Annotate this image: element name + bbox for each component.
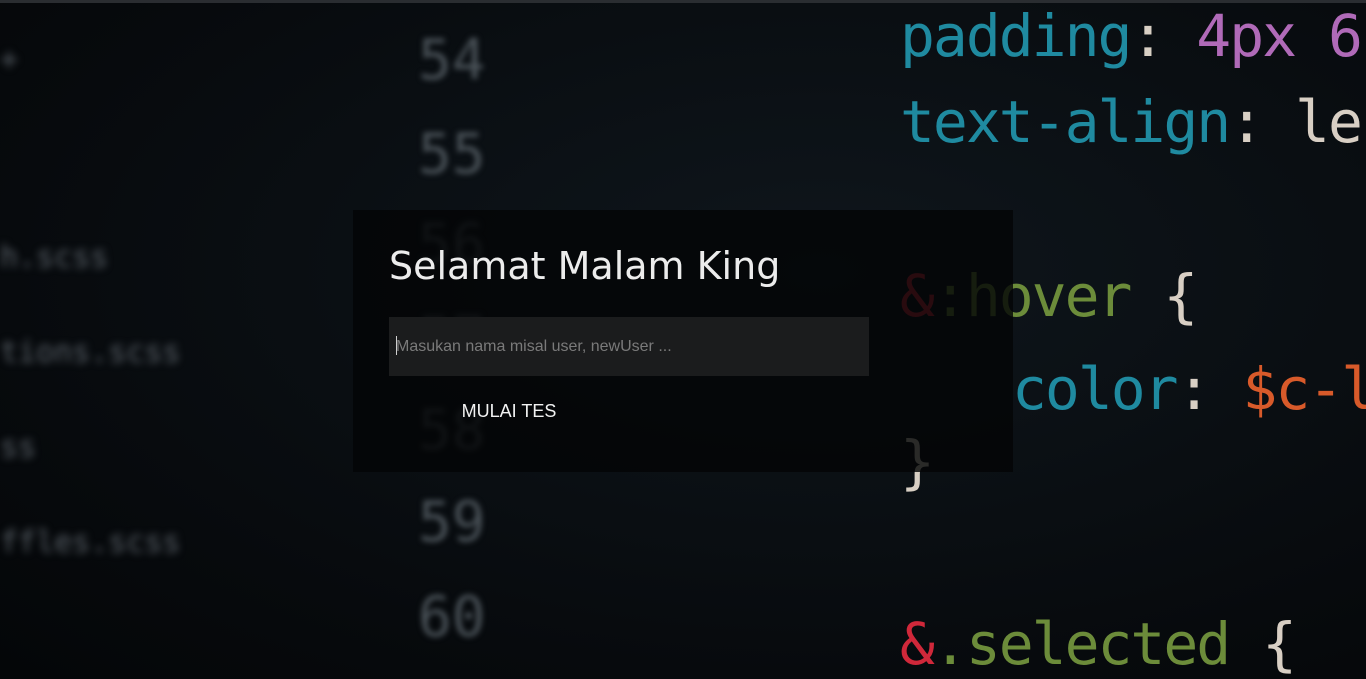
code-brace: { xyxy=(1229,610,1297,678)
side-file-label: h.scss xyxy=(0,240,109,275)
side-file-label: tions.scss xyxy=(0,335,181,370)
code-brace: { xyxy=(1130,262,1198,330)
code-line: color: $c-lin xyxy=(1012,355,1366,423)
line-number: 55 xyxy=(418,122,486,187)
welcome-panel: Selamat Malam King MULAI TES xyxy=(353,210,1013,472)
name-input[interactable] xyxy=(389,317,869,376)
code-property: color xyxy=(1012,355,1179,423)
code-property: padding xyxy=(900,2,1132,70)
page-title: Selamat Malam King xyxy=(389,244,781,288)
line-number: 54 xyxy=(418,28,486,93)
code-separator: : xyxy=(1130,2,1197,70)
code-line: text-align: left; xyxy=(900,88,1366,156)
code-separator: : xyxy=(1229,88,1296,156)
start-test-button[interactable]: MULAI TES xyxy=(389,391,629,431)
code-line: &.selected { xyxy=(900,610,1297,678)
code-property: text-align xyxy=(900,88,1231,156)
side-file-label: + xyxy=(0,42,19,77)
code-value: left xyxy=(1295,88,1366,156)
line-number: 60 xyxy=(418,585,486,650)
side-file-label: ffles.scss xyxy=(0,525,181,560)
code-separator: : xyxy=(1176,355,1243,423)
side-file-label: ss xyxy=(0,430,37,465)
code-value: $c-lin xyxy=(1242,355,1366,423)
code-ampersand: & xyxy=(900,610,935,678)
code-value: 4px 6px xyxy=(1196,2,1366,70)
code-line: padding: 4px 6px; xyxy=(900,2,1366,70)
text-caret xyxy=(396,336,397,355)
line-number: 59 xyxy=(418,490,486,555)
code-selector: .selected xyxy=(932,610,1231,678)
